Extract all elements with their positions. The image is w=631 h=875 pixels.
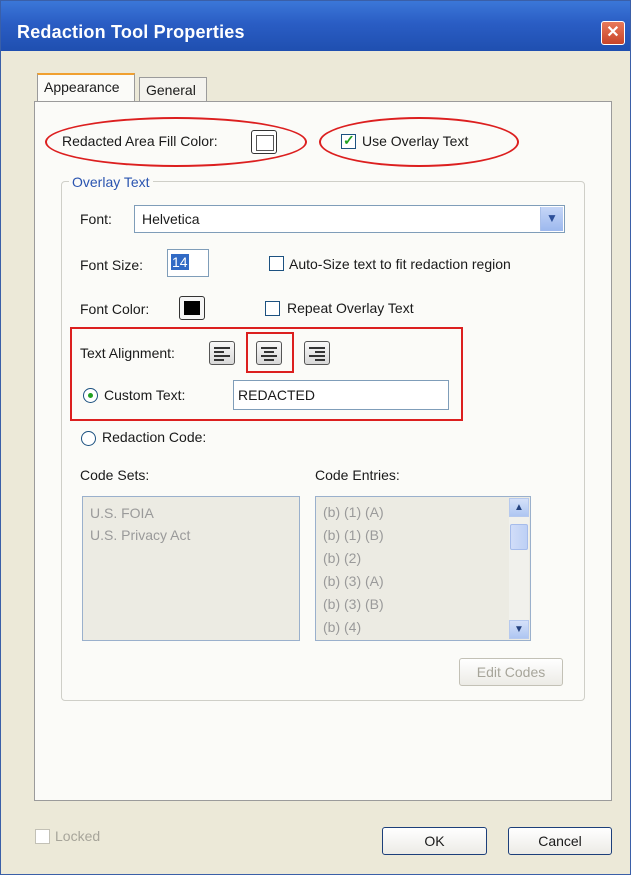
highlight-center-align [246,332,294,373]
tab-appearance[interactable]: Appearance [37,73,135,103]
code-entries-listbox[interactable]: (b) (1) (A) (b) (1) (B) (b) (2) (b) (3) … [315,496,531,641]
list-item[interactable]: U.S. FOIA [90,505,154,521]
font-size-label: Font Size: [80,257,144,273]
auto-size-label: Auto-Size text to fit redaction region [289,256,511,272]
scroll-down-icon[interactable]: ▼ [509,620,529,639]
list-item[interactable]: (b) (1) (B) [323,527,384,543]
locked-label: Locked [55,828,101,844]
repeat-overlay-label: Repeat Overlay Text [287,300,414,316]
list-item[interactable]: (b) (1) (A) [323,504,384,520]
code-entries-scrollbar[interactable]: ▲ ▼ [509,498,529,639]
repeat-overlay-checkbox[interactable] [265,301,280,316]
font-color-label: Font Color: [80,301,150,317]
code-entries-label: Code Entries: [315,467,400,483]
code-sets-label: Code Sets: [80,467,150,483]
redaction-code-radio[interactable] [81,431,96,446]
dialog-window: Redaction Tool Properties ✕ Appearance G… [0,0,631,875]
font-select[interactable]: Helvetica ▼ [134,205,565,233]
locked-checkbox[interactable] [35,829,50,844]
scroll-up-icon[interactable]: ▲ [509,498,529,517]
auto-size-checkbox[interactable] [269,256,284,271]
cancel-button[interactable]: Cancel [508,827,612,855]
font-color-swatch-button[interactable] [179,296,205,320]
highlight-fill-color [45,117,307,167]
list-item[interactable]: (b) (3) (B) [323,596,384,612]
highlight-use-overlay [319,117,519,167]
close-button[interactable]: ✕ [601,21,625,45]
list-item[interactable]: U.S. Privacy Act [90,527,190,543]
scroll-thumb[interactable] [510,524,528,550]
list-item[interactable]: (b) (2) [323,550,361,566]
list-item[interactable]: (b) (4) [323,619,361,635]
dialog-title: Redaction Tool Properties [17,22,245,42]
font-label: Font: [80,211,112,227]
edit-codes-button[interactable]: Edit Codes [459,658,563,686]
list-item[interactable]: (b) (3) (A) [323,573,384,589]
title-bar[interactable]: Redaction Tool Properties ✕ [1,1,630,51]
ok-button[interactable]: OK [382,827,487,855]
redaction-code-label: Redaction Code: [102,429,207,445]
font-size-input[interactable]: 14 [167,249,209,277]
code-sets-listbox[interactable]: U.S. FOIA U.S. Privacy Act [82,496,300,641]
font-size-value: 14 [171,254,189,270]
font-color-swatch-icon [184,301,200,315]
overlay-text-group-label: Overlay Text [69,174,153,190]
chevron-down-icon[interactable]: ▼ [540,207,563,231]
font-select-value: Helvetica [142,211,200,227]
